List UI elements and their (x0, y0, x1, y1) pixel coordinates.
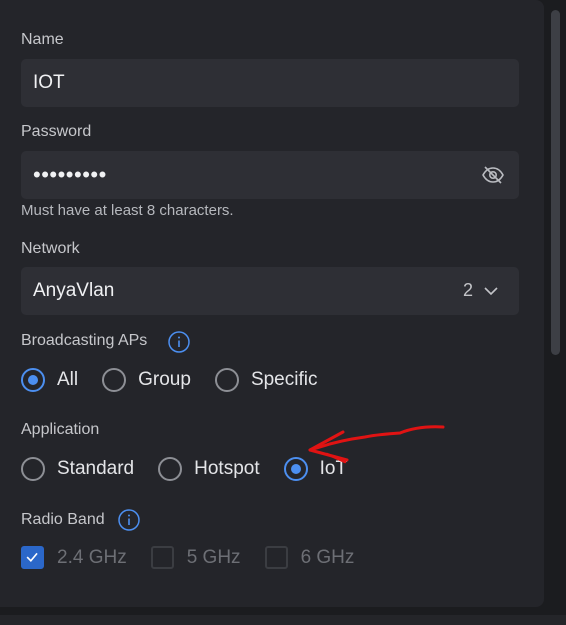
name-input-value[interactable]: IOT (33, 72, 65, 94)
annotation-arrow (308, 425, 445, 464)
radio-button[interactable] (214, 368, 239, 392)
password-label: Password (21, 123, 92, 140)
radio-button[interactable] (102, 368, 127, 392)
radio-label[interactable]: Standard (57, 458, 134, 480)
password-input-value[interactable]: ••••••••• (33, 164, 107, 186)
radio-option-specific[interactable]: Specific (214, 368, 318, 392)
bottom-divider (0, 615, 566, 625)
radio-option-hotspot[interactable]: Hotspot (158, 457, 260, 481)
checkbox-option-5ghz[interactable]: 5 GHz (150, 546, 241, 569)
check-icon (26, 552, 38, 563)
radio-label[interactable]: All (57, 369, 78, 391)
password-input[interactable]: ••••••••• (21, 151, 519, 199)
checkbox[interactable] (21, 546, 44, 569)
checkbox[interactable] (150, 546, 174, 569)
network-label: Network (21, 240, 80, 257)
radio-band-checkbox-group: 2.4 GHz 5 GHz 6 GHz (21, 546, 378, 569)
broadcasting-aps-radio-group: All Group Specific (21, 368, 341, 392)
radio-band-label: Radio Band (21, 511, 105, 528)
name-label: Name (21, 31, 64, 48)
chevron-down-icon[interactable] (483, 283, 499, 299)
radio-button[interactable] (21, 457, 45, 481)
scrollbar-thumb[interactable] (551, 10, 560, 355)
application-label: Application (21, 421, 100, 438)
radio-button[interactable] (283, 457, 308, 481)
checkbox-label[interactable]: 5 GHz (187, 547, 241, 569)
checkbox-label[interactable]: 6 GHz (301, 547, 355, 569)
radio-option-all[interactable]: All (21, 368, 78, 392)
name-input[interactable]: IOT (21, 59, 519, 107)
network-select-value[interactable]: AnyaVlan (33, 280, 114, 302)
checkbox-option-6ghz[interactable]: 6 GHz (264, 546, 355, 569)
radio-label[interactable]: Specific (251, 369, 318, 391)
broadcasting-aps-label: Broadcasting APs (21, 332, 148, 349)
checkbox-option-2-4ghz[interactable]: 2.4 GHz (21, 546, 127, 569)
radio-label[interactable]: Hotspot (194, 458, 259, 480)
network-select-suffix[interactable]: 2 (463, 280, 499, 301)
password-helper-text: Must have at least 8 characters. (21, 202, 234, 219)
checkbox-label[interactable]: 2.4 GHz (57, 547, 127, 569)
radio-label[interactable]: Group (138, 369, 191, 391)
radio-option-group[interactable]: Group (102, 368, 191, 392)
eye-slash-icon[interactable] (481, 163, 505, 187)
radio-button[interactable] (158, 457, 183, 481)
radio-option-standard[interactable]: Standard (21, 457, 134, 481)
network-count: 2 (462, 280, 473, 300)
radio-button[interactable] (21, 368, 45, 392)
info-icon[interactable] (168, 331, 190, 353)
checkbox[interactable] (264, 546, 288, 569)
info-icon[interactable] (118, 509, 140, 531)
network-select[interactable]: AnyaVlan 2 (21, 267, 519, 315)
